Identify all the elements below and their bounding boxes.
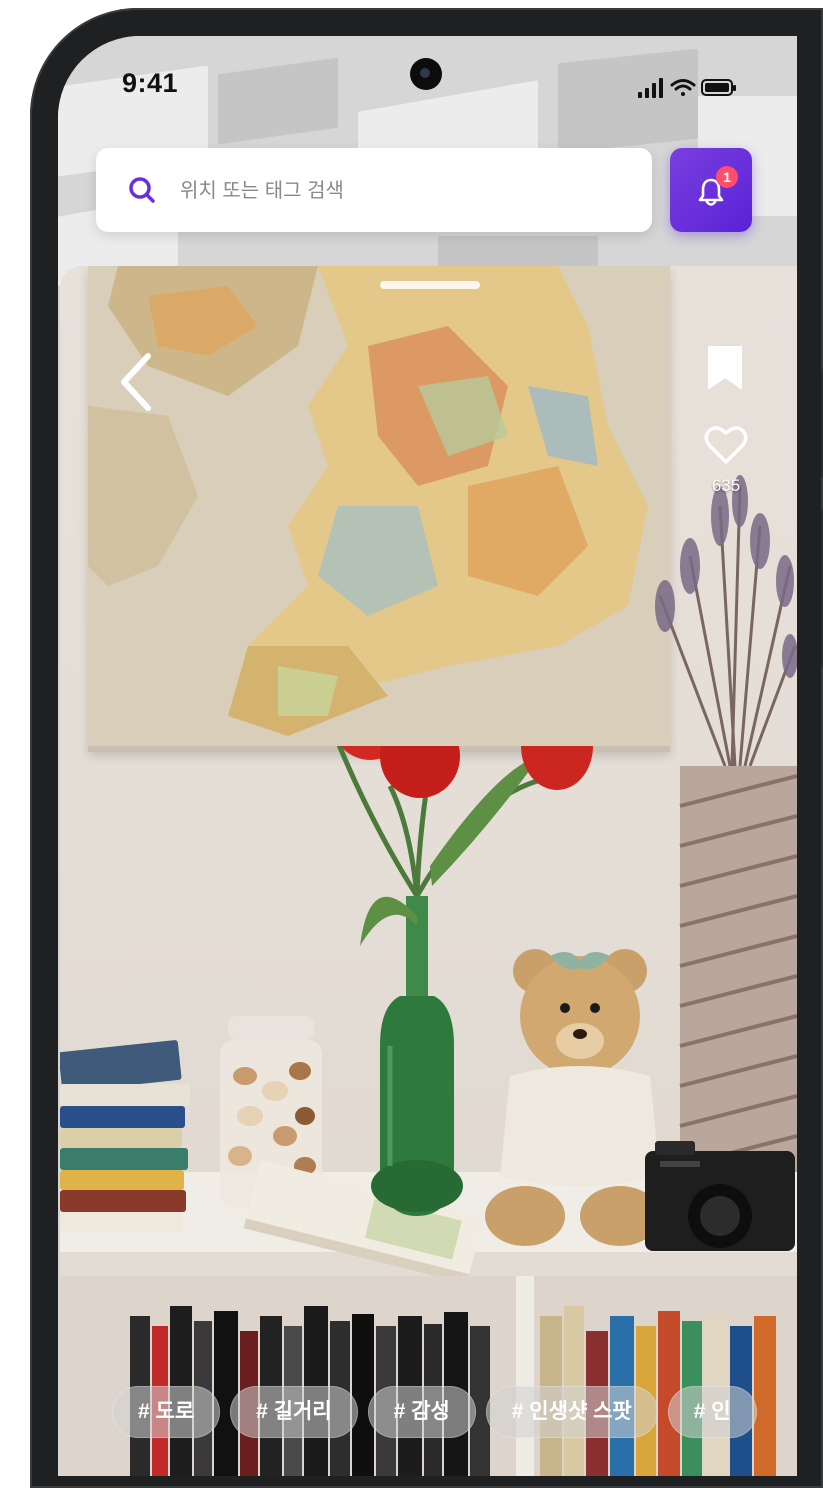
tag-chip[interactable]: # 인 xyxy=(667,1386,757,1438)
book-stack xyxy=(60,1040,190,1232)
camera-object xyxy=(645,1141,795,1251)
teddy-bear xyxy=(485,949,660,1246)
shelf-objects xyxy=(60,746,795,1276)
heart-icon[interactable] xyxy=(704,424,748,466)
status-bar: 9:41 xyxy=(58,36,797,126)
tag-chip[interactable]: # 인생샷 스팟 xyxy=(485,1386,658,1438)
tag-chip[interactable]: # 도로 xyxy=(112,1386,221,1438)
search-bar[interactable] xyxy=(96,148,652,232)
tag-chip[interactable]: # 길거리 xyxy=(230,1386,358,1438)
wifi-icon xyxy=(670,79,696,96)
bookcase xyxy=(60,1276,797,1476)
status-time: 9:41 xyxy=(122,68,179,98)
bookmark-icon[interactable] xyxy=(706,344,744,392)
front-camera xyxy=(410,58,442,90)
search-input[interactable] xyxy=(178,168,622,214)
signal-icon xyxy=(638,78,663,98)
green-bottle-vase xyxy=(371,896,463,1216)
screen: 9:41 위치 또는 태그 검색 1 635 # 도로 # 길거리 # 감성 #… xyxy=(58,36,797,1476)
like-count: 635 xyxy=(711,476,741,495)
sheet-drag-handle[interactable] xyxy=(380,281,480,289)
map-poster xyxy=(88,266,670,752)
search-icon xyxy=(129,177,155,203)
tag-chip[interactable]: # 감성 xyxy=(367,1386,476,1438)
battery-icon xyxy=(701,79,736,96)
photo-card[interactable]: 635 # 도로 # 길거리 # 감성 # 인생샷 스팟 # 인 xyxy=(60,266,797,1476)
tag-list: # 도로 # 길거리 # 감성 # 인생샷 스팟 # 인 xyxy=(112,1386,767,1442)
notification-button[interactable]: 1 xyxy=(670,148,752,232)
notification-badge: 1 xyxy=(716,166,738,188)
map-illustration xyxy=(88,266,670,746)
bookcase-divider xyxy=(516,1276,534,1476)
status-indicators xyxy=(638,78,736,98)
back-chevron-icon[interactable] xyxy=(116,350,156,414)
